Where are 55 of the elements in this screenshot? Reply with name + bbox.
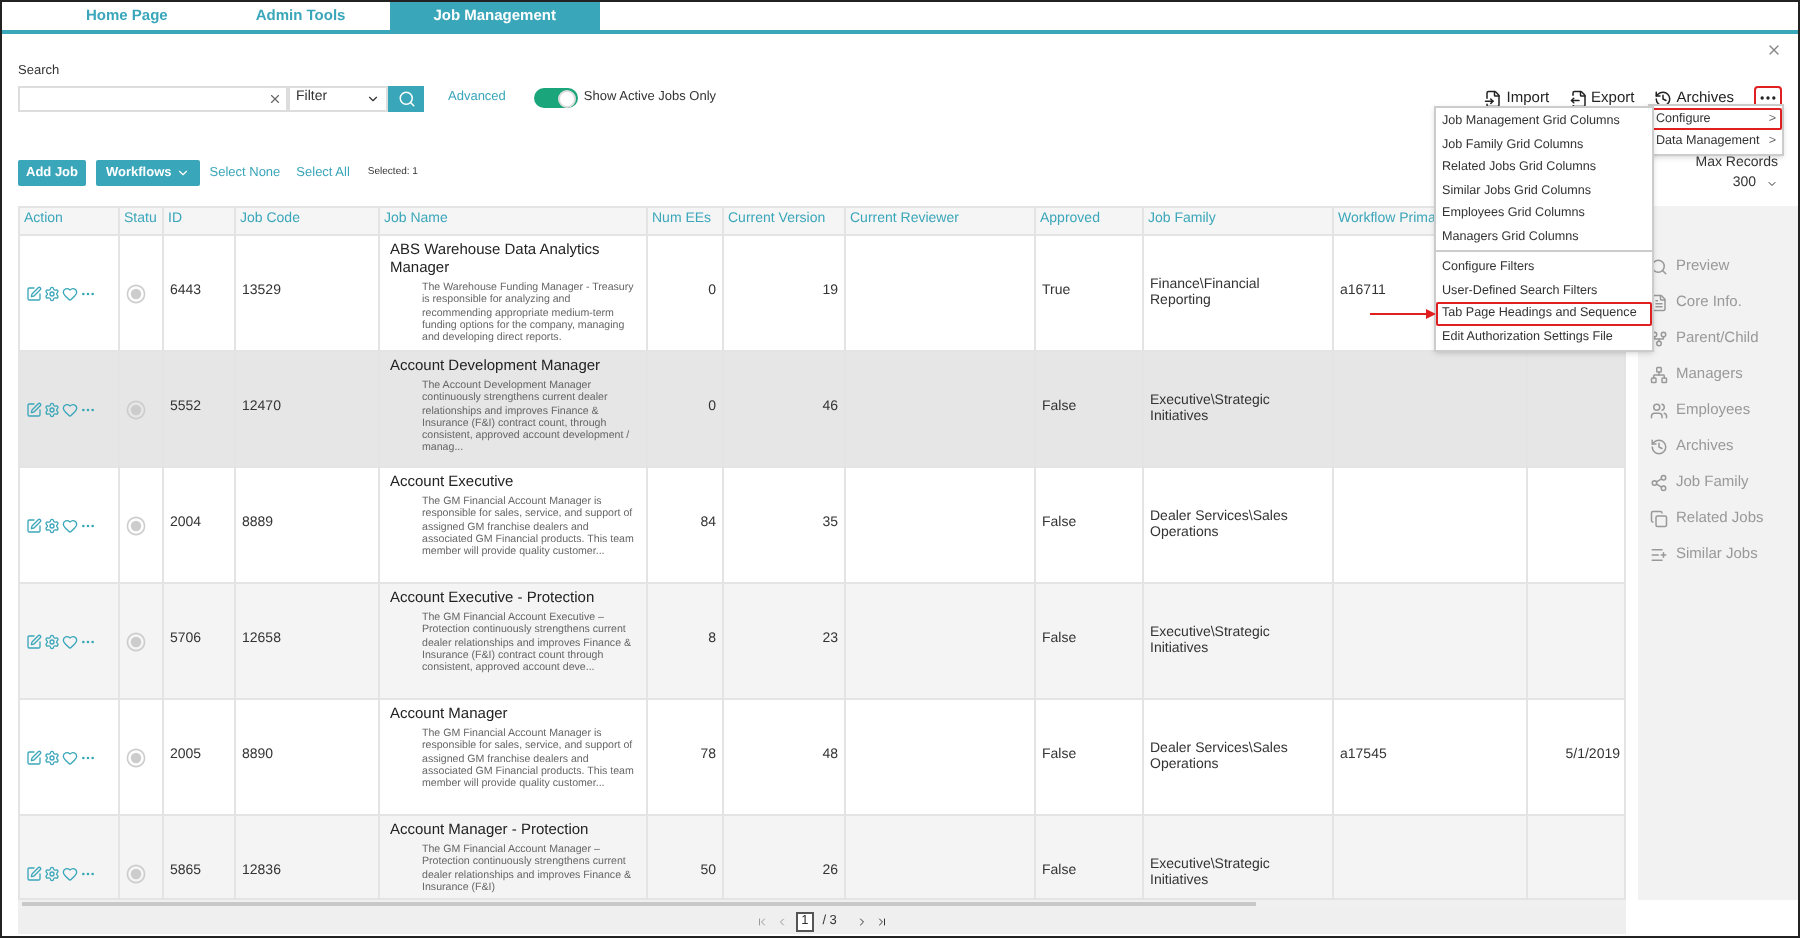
chevron-down-icon xyxy=(1766,178,1778,190)
table-row[interactable] xyxy=(20,584,1624,700)
settings-icon[interactable] xyxy=(44,633,60,649)
search-icon xyxy=(1650,257,1668,275)
copy-icon xyxy=(1650,509,1668,527)
edit-icon[interactable] xyxy=(26,865,42,881)
edit-icon[interactable] xyxy=(26,401,42,417)
edit-icon[interactable] xyxy=(26,633,42,649)
status-icon xyxy=(126,863,146,883)
table-row[interactable] xyxy=(20,352,1624,468)
heart-icon[interactable] xyxy=(62,517,78,533)
last-page-icon[interactable] xyxy=(876,915,889,927)
document-icon xyxy=(1650,293,1668,311)
settings-icon[interactable] xyxy=(44,285,60,301)
settings-icon[interactable] xyxy=(44,749,60,765)
status-icon xyxy=(126,747,146,767)
previous-page-icon[interactable] xyxy=(775,915,788,927)
chevron-down-icon xyxy=(366,91,380,105)
list-plus-icon xyxy=(1650,545,1668,563)
status-icon xyxy=(126,631,146,651)
search-button[interactable] xyxy=(388,85,424,111)
network-icon xyxy=(1650,365,1668,383)
toggle-switch[interactable] xyxy=(533,88,578,108)
heart-icon[interactable] xyxy=(62,401,78,417)
search-icon xyxy=(397,89,415,107)
edit-icon[interactable] xyxy=(26,285,42,301)
history-icon xyxy=(1654,89,1673,107)
people-icon xyxy=(1650,401,1668,419)
settings-icon[interactable] xyxy=(44,517,60,533)
first-page-icon[interactable] xyxy=(755,915,768,927)
share-icon xyxy=(1650,473,1668,491)
table-row[interactable] xyxy=(20,468,1624,584)
annotation-arrow xyxy=(1370,308,1436,320)
status-icon xyxy=(126,283,146,303)
search-field[interactable] xyxy=(18,85,288,111)
status-icon xyxy=(126,399,146,419)
chevron-down-icon xyxy=(175,166,190,180)
horizontal-scrollbar[interactable] xyxy=(18,900,1626,908)
table-row[interactable] xyxy=(20,700,1624,816)
clear-icon[interactable] xyxy=(268,91,282,105)
heart-icon[interactable] xyxy=(62,865,78,881)
close-icon[interactable] xyxy=(1766,42,1782,58)
heart-icon[interactable] xyxy=(62,285,78,301)
heart-icon[interactable] xyxy=(62,749,78,765)
settings-icon[interactable] xyxy=(44,865,60,881)
table-row[interactable] xyxy=(20,816,1624,898)
file-arrow-icon xyxy=(1484,89,1503,107)
edit-icon[interactable] xyxy=(26,517,42,533)
heart-icon[interactable] xyxy=(62,633,78,649)
edit-icon[interactable] xyxy=(26,749,42,765)
status-icon xyxy=(126,515,146,535)
next-page-icon[interactable] xyxy=(856,915,869,927)
file-arrow-icon xyxy=(1569,89,1588,107)
history-icon xyxy=(1650,437,1668,455)
settings-icon[interactable] xyxy=(44,401,60,417)
